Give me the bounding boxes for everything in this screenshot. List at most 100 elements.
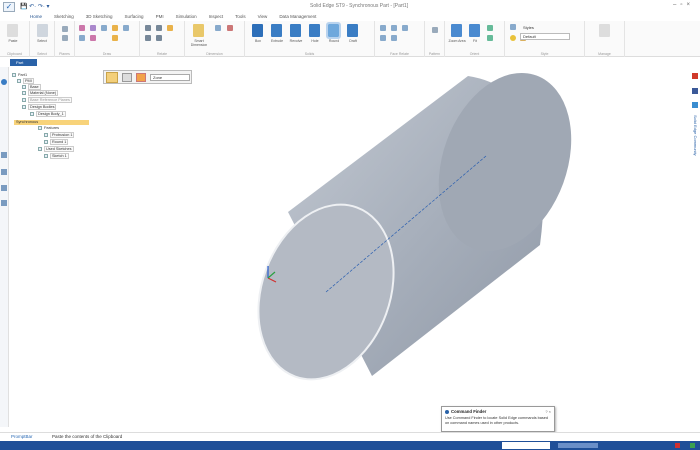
group-label: Style [540,52,549,56]
smart-dimension-icon[interactable] [193,24,204,37]
select-arrow-icon[interactable] [37,24,48,37]
group-label: Pattern [428,52,441,56]
tree-item-synchronous[interactable]: Synchronous [14,120,89,125]
pattern-icon[interactable] [432,27,438,33]
horizontal-icon[interactable] [145,35,151,41]
group-planes: Planes [55,21,75,57]
plane-icon[interactable] [62,26,68,32]
tree-item-features[interactable]: Features [38,125,59,131]
tab-simulation[interactable]: Simulation [176,14,197,19]
promptbar-button[interactable]: PromptBar [11,434,33,439]
tree-item-used-sketches[interactable]: Used Sketches [38,146,74,152]
box-icon[interactable] [252,24,263,37]
tab-surfacing[interactable]: Surfacing [125,14,144,19]
bottom-bar [0,441,700,450]
relate-icon[interactable] [145,25,151,31]
twitter-icon[interactable] [692,102,698,108]
feature-library-icon[interactable] [1,200,7,206]
zoom-icon[interactable] [487,25,493,31]
trim-icon[interactable] [123,25,129,31]
graphics-window[interactable] [96,67,690,431]
hole-icon[interactable] [309,24,320,37]
tab-tools[interactable]: Tools [235,14,246,19]
draft-label: Draft [349,39,357,43]
record-icon[interactable] [675,443,680,448]
perpendicular-icon[interactable] [402,25,408,31]
plane-icon[interactable] [62,35,68,41]
arc-icon[interactable] [90,25,96,31]
pathfinder-tab[interactable]: Part [10,59,37,66]
concentric-icon[interactable] [380,35,386,41]
group-select: Select Select [30,21,55,57]
title-bar: ✓ 💾 ↶· ↷· ▾ Solid Edge ST9 - Synchronous… [0,0,700,14]
draft-icon[interactable] [347,24,358,37]
tree-item-base-reference-planes[interactable]: Base Reference Planes [22,97,72,103]
status-icon[interactable] [690,443,695,448]
view-controls[interactable] [558,443,598,448]
group-label: Planes [59,52,70,56]
tree-item-material[interactable]: Material (None) [22,90,59,96]
angle-dimension-icon[interactable] [215,25,221,31]
tangent-icon[interactable] [391,35,397,41]
close-icon[interactable]: ? × [545,409,551,414]
command-finder-input[interactable] [502,442,550,449]
tab-pmi[interactable]: PMI [156,14,164,19]
offset-icon[interactable] [112,35,118,41]
group-face-relate: Face Relate [375,21,425,57]
group-solids: Box Extrude Revolve Hole Round Draft Sol… [245,21,375,57]
tab-inspect[interactable]: Inspect [209,14,224,19]
paste-icon[interactable] [7,24,18,37]
tree-item-protrusion[interactable]: Protrusion 1 [44,132,75,138]
window-title: Solid Edge ST9 - Synchronous Part - [Par… [310,3,409,9]
coplanar-icon[interactable] [380,25,386,31]
window-controls[interactable]: –▫× [673,2,694,8]
youtube-icon[interactable] [692,73,698,79]
lock-icon[interactable] [167,25,173,31]
application-button[interactable]: ✓ [3,2,15,12]
shaded-icon[interactable] [510,35,516,41]
tab-3d-sketching[interactable]: 3D Sketching [86,14,113,19]
tree-item-design-body[interactable]: Design Body_1 [30,111,66,117]
zoom-area-icon[interactable] [451,24,462,37]
fillet-icon[interactable] [112,25,118,31]
command-finder-text: Use Command Finder to locate Solid Edge … [445,416,548,425]
prompt-message: Paste the contents of the Clipboard [52,434,123,439]
rectangle-icon[interactable] [79,35,85,41]
tab-view[interactable]: View [258,14,268,19]
facebook-icon[interactable] [692,88,698,94]
parallel-icon[interactable] [156,35,162,41]
extrude-icon[interactable] [271,24,282,37]
paste-label: Paste [8,39,18,43]
round-icon[interactable] [326,22,341,39]
styles-select[interactable]: Default [520,33,570,40]
coordinate-dimension-icon[interactable] [227,25,233,31]
right-panel-strip [690,60,700,410]
group-label: Face Relate [390,52,409,56]
tab-data-management[interactable]: Data Management [279,14,316,19]
view-style-icon[interactable] [510,24,516,30]
circle-icon[interactable] [101,25,107,31]
group-label: Clipboard [7,52,22,56]
library-icon[interactable] [1,185,7,191]
tree-item-round[interactable]: Round 1 [44,139,69,145]
quick-access-toolbar[interactable]: 💾 ↶· ↷· ▾ [20,3,50,10]
sensors-icon[interactable] [1,169,7,175]
polygon-icon[interactable] [90,35,96,41]
tab-home[interactable]: Home [30,14,42,19]
tree-item-design-bodies[interactable]: Design Bodies [22,104,57,110]
connect-icon[interactable] [156,25,162,31]
revolve-icon[interactable] [290,24,301,37]
layers-icon[interactable] [1,152,7,158]
community-panel-tab[interactable]: Solid Edge Community [693,115,698,156]
revolve-label: Revolve [289,39,303,43]
left-tool-strip [0,67,9,427]
line-icon[interactable] [79,25,85,31]
manage-icon[interactable] [599,24,610,37]
parallel-face-icon[interactable] [391,25,397,31]
pathfinder-icon[interactable] [1,79,7,85]
group-label: Manage [598,52,611,56]
tree-item-sketch[interactable]: Sketch 1 [44,153,69,159]
fit-icon[interactable] [469,24,480,37]
pan-icon[interactable] [487,35,493,41]
tab-sketching[interactable]: Sketching [54,14,74,19]
